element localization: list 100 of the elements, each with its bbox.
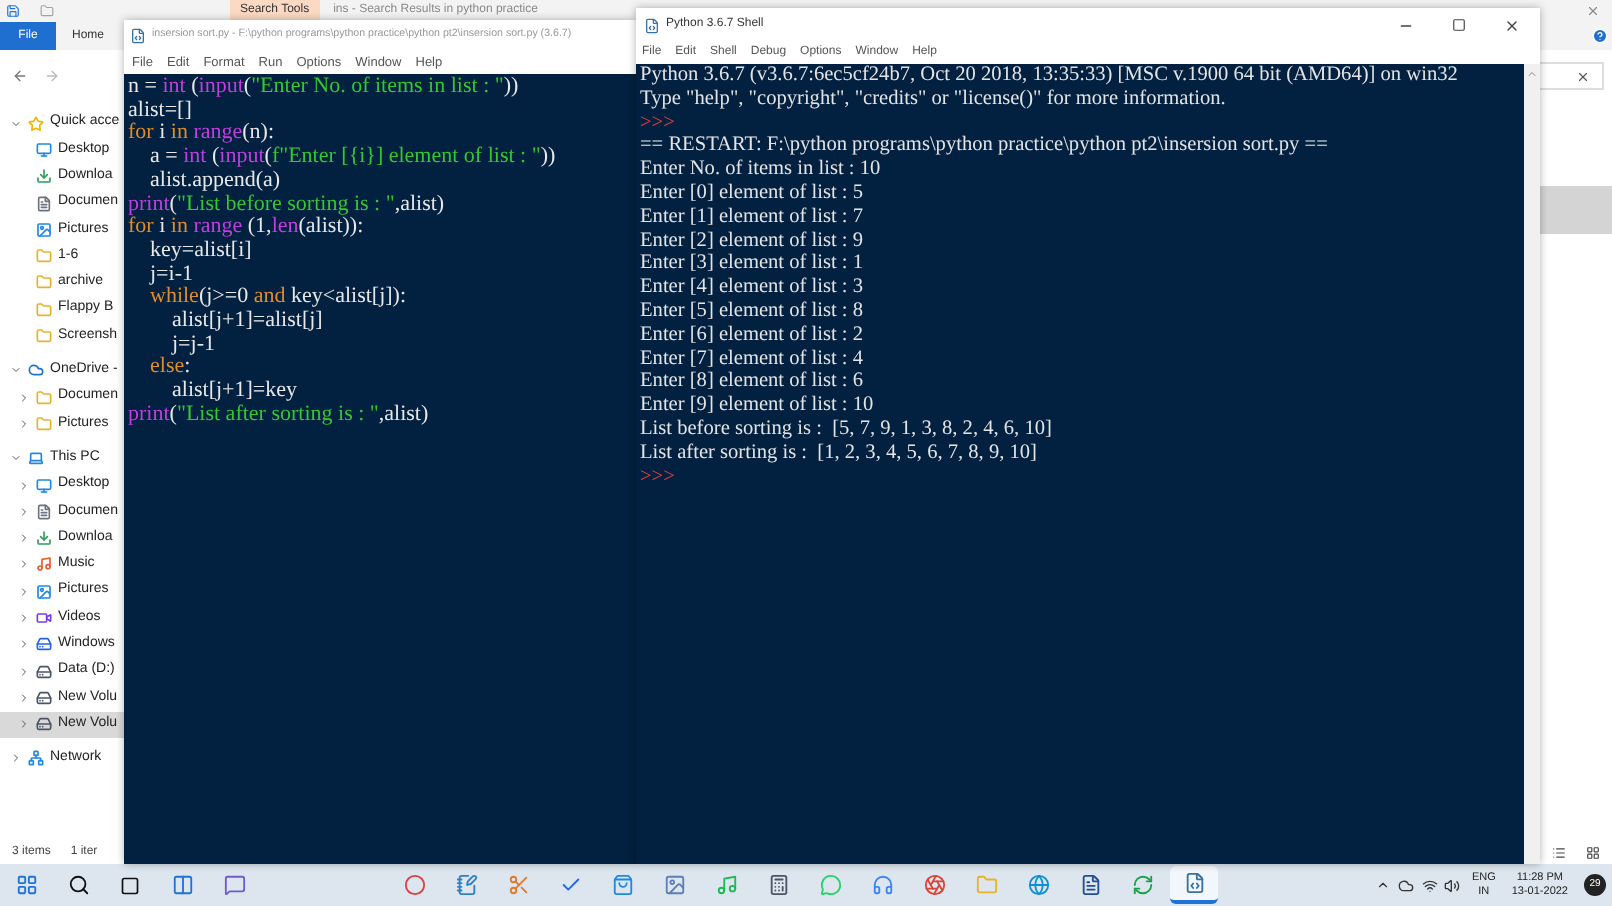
chevron-right-icon[interactable] bbox=[10, 752, 22, 765]
scrollbar[interactable] bbox=[1524, 64, 1540, 864]
star-icon bbox=[28, 115, 44, 132]
clear-icon[interactable] bbox=[1576, 69, 1590, 83]
aperture-icon bbox=[923, 874, 945, 896]
shell-line: Enter [1] element of list : 7 bbox=[640, 205, 864, 230]
shell-line: Type "help", "copyright", "credits" or "license()" for more information. bbox=[640, 87, 1226, 112]
chevron-down-icon[interactable] bbox=[10, 364, 22, 377]
chevron-right-icon[interactable] bbox=[18, 479, 30, 491]
code-line: j=j-1 bbox=[169, 333, 215, 356]
shell-line: Enter No. of items in list : 10 bbox=[640, 158, 881, 182]
shell-prompt: >>> bbox=[640, 465, 675, 489]
chevron-right-icon[interactable] bbox=[18, 638, 30, 651]
maximize-icon[interactable] bbox=[1452, 18, 1466, 32]
chevron-right-icon[interactable] bbox=[18, 611, 30, 624]
drive-icon bbox=[36, 689, 52, 706]
shell-line: Enter [9] element of list : 10 bbox=[640, 394, 874, 418]
chevron-right-icon[interactable] bbox=[18, 391, 30, 404]
headphones-icon bbox=[871, 874, 893, 896]
chevron-right-icon[interactable] bbox=[18, 417, 30, 430]
code-line: key=alist[i] bbox=[148, 239, 252, 264]
speaker-icon[interactable] bbox=[1443, 877, 1460, 893]
shell-line: Python 3.6.7 (v3.6.7:6ec5cf24b7, Oct 20 2018, 13:35:33) [MSC v.1900 64 bit (AMD64)] on win32 bbox=[640, 64, 1458, 88]
search-icon[interactable] bbox=[67, 874, 89, 896]
folder-icon bbox=[36, 248, 52, 265]
code-line: alist[j+1]=alist[j] bbox=[170, 310, 323, 334]
chevron-right-icon[interactable] bbox=[18, 532, 30, 545]
checkmark-icon bbox=[559, 874, 581, 896]
picture-icon bbox=[36, 583, 52, 600]
wifi-icon[interactable] bbox=[1421, 877, 1438, 893]
code-file-icon bbox=[1183, 872, 1205, 894]
drive-icon bbox=[36, 636, 52, 653]
chevron-right-icon[interactable] bbox=[18, 665, 30, 678]
download-icon bbox=[36, 530, 52, 547]
drive-icon bbox=[36, 716, 52, 733]
tiles-view-icon[interactable] bbox=[1586, 845, 1600, 859]
chat-icon[interactable] bbox=[223, 874, 245, 896]
notepad-icon bbox=[455, 874, 477, 896]
cloud-icon bbox=[28, 362, 44, 379]
cloud-icon[interactable] bbox=[1397, 877, 1414, 893]
network-icon bbox=[28, 750, 44, 767]
details-view-icon[interactable] bbox=[1552, 845, 1566, 859]
python-file-icon bbox=[130, 28, 146, 44]
document-icon bbox=[36, 195, 52, 212]
scissors-icon bbox=[507, 874, 529, 896]
close-icon[interactable] bbox=[1504, 17, 1520, 33]
save-icon[interactable] bbox=[6, 4, 20, 18]
start-icon[interactable] bbox=[15, 874, 37, 896]
folder-icon bbox=[36, 415, 52, 432]
chevron-right-icon[interactable] bbox=[18, 585, 30, 598]
store-bag-icon bbox=[611, 874, 633, 896]
python-file-icon bbox=[644, 17, 660, 33]
scroll-up-icon[interactable] bbox=[1526, 68, 1538, 80]
download-icon bbox=[36, 168, 52, 185]
chevron-up-icon[interactable] bbox=[1375, 878, 1390, 892]
code-line: alist[j+1]=key bbox=[170, 380, 298, 404]
shell-line: Enter [6] element of list : 2 bbox=[640, 323, 864, 348]
taskbar-app[interactable] bbox=[1170, 866, 1218, 904]
folder-icon bbox=[36, 389, 52, 406]
back-arrow-icon[interactable] bbox=[12, 68, 28, 84]
document-icon bbox=[36, 503, 52, 520]
shell-line: List after sorting is : [1, 2, 3, 4, 5, 6, 7, 8, 9, 10] bbox=[640, 441, 1037, 466]
shell-line: == RESTART: F:\python programs\python practice\python pt2\insersion sort.py == bbox=[640, 134, 1328, 159]
forward-arrow-icon[interactable] bbox=[44, 68, 60, 84]
shell-line: Enter [2] element of list : 9 bbox=[640, 229, 864, 253]
code-line: alist.append(a) bbox=[148, 169, 281, 194]
chevron-right-icon[interactable] bbox=[18, 505, 30, 518]
shell-line: List before sorting is : [5, 7, 9, 1, 3, 8, 2, 4, 6, 10] bbox=[640, 417, 1052, 442]
chevron-right-icon[interactable] bbox=[18, 691, 30, 704]
shell-line: Enter [4] element of list : 3 bbox=[640, 276, 864, 300]
chevron-right-icon[interactable] bbox=[18, 718, 30, 731]
chat-bubble-icon bbox=[819, 874, 841, 896]
music-icon bbox=[715, 874, 737, 896]
help-icon[interactable] bbox=[1592, 28, 1608, 44]
drive-icon bbox=[36, 663, 52, 680]
code-line: print("List after sorting is : ",alist) bbox=[128, 403, 429, 428]
widgets-icon[interactable] bbox=[171, 874, 193, 896]
ring-icon bbox=[403, 874, 425, 896]
calculator-icon bbox=[767, 874, 789, 896]
picture-icon bbox=[36, 221, 52, 238]
chevron-down-icon[interactable] bbox=[10, 452, 22, 465]
picture-icon bbox=[663, 874, 685, 896]
code-line: for i in range (1,len(alist)): bbox=[128, 216, 364, 240]
chevron-down-icon[interactable] bbox=[10, 117, 22, 130]
shell-line: Enter [3] element of list : 1 bbox=[640, 252, 864, 277]
code-line: n = int (input("Enter No. of items in list : ")) bbox=[128, 76, 519, 100]
folder-icon[interactable] bbox=[40, 4, 54, 18]
monitor-icon bbox=[36, 477, 52, 493]
folder-icon bbox=[36, 301, 52, 318]
shell-line: Enter [5] element of list : 8 bbox=[640, 299, 864, 324]
chevron-right-icon[interactable] bbox=[18, 558, 30, 571]
shell-line: Enter [8] element of list : 6 bbox=[640, 370, 864, 395]
globe-icon bbox=[1027, 874, 1049, 896]
shell-line: Enter [0] element of list : 5 bbox=[640, 181, 864, 206]
code-line: a = int (input(f"Enter [{i}] element of list : ")) bbox=[148, 146, 556, 170]
task-view-icon[interactable] bbox=[120, 875, 140, 895]
video-icon bbox=[36, 609, 52, 626]
code-line: alist=[] bbox=[128, 99, 192, 122]
code-line: j=i-1 bbox=[147, 263, 193, 286]
code-line: else: bbox=[148, 356, 191, 380]
